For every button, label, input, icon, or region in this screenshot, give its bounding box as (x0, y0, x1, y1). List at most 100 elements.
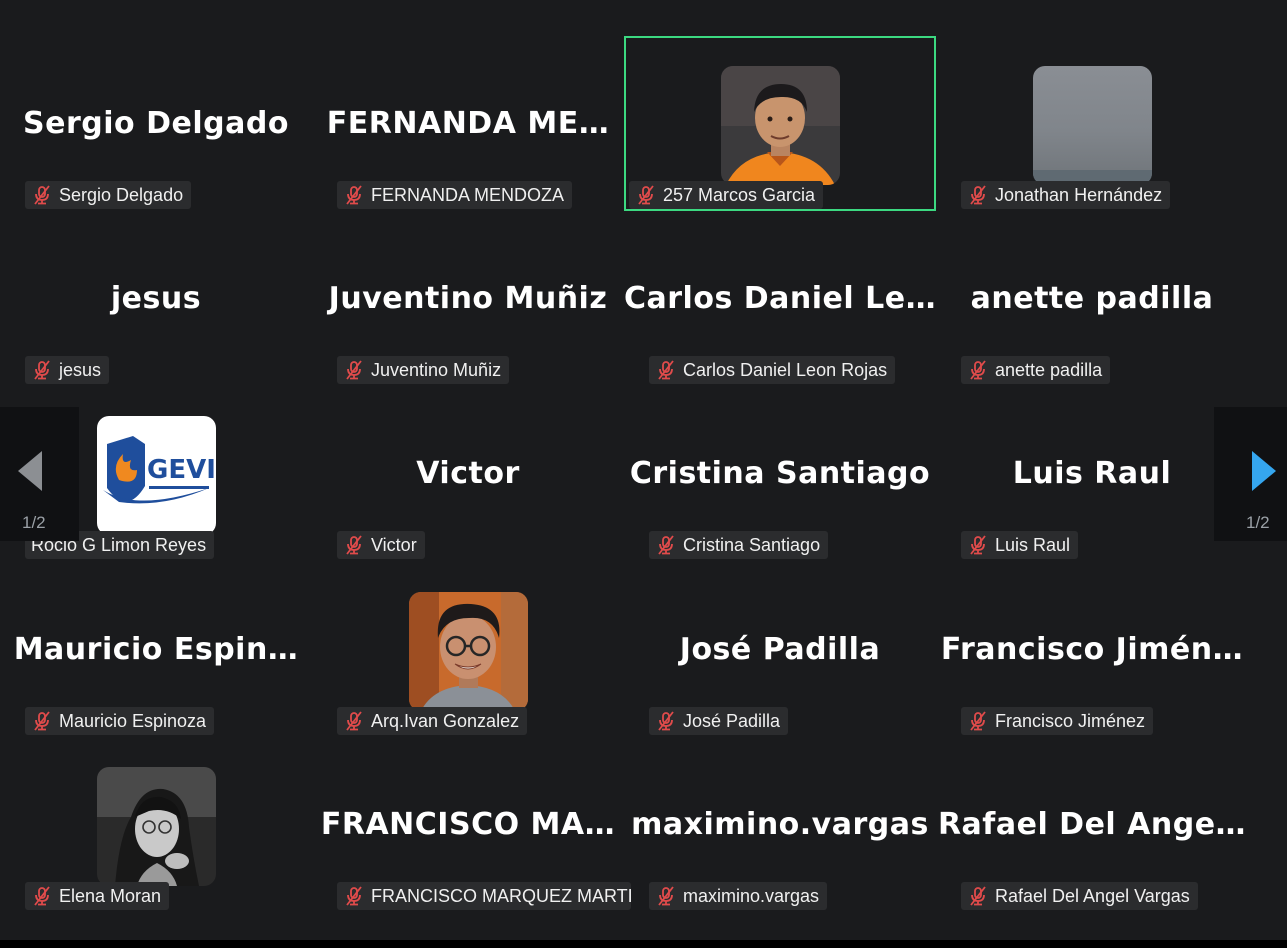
participant-display-name: Sergio Delgado (23, 106, 289, 141)
participant-tile[interactable]: Rafael Del Ange… Rafael Del Angel Vargas (936, 737, 1248, 912)
participant-name-tag: Francisco Jiménez (961, 707, 1154, 735)
participant-name: Juventino Muñiz (371, 359, 502, 380)
muted-mic-icon (658, 360, 674, 380)
participant-display-name: Cristina Santiago (629, 456, 931, 491)
participant-name: jesus (59, 359, 102, 380)
participant-name-tag: Arq.Ivan Gonzalez (337, 707, 528, 735)
muted-mic-icon (34, 185, 50, 205)
participant-tile[interactable]: Jonathan Hernández (936, 36, 1248, 211)
participant-tile[interactable]: Francisco Jimén… Francisco Jiménez (936, 562, 1248, 737)
participant-tile[interactable]: Cristina Santiago Cristina Santiago (624, 386, 936, 561)
muted-mic-icon (346, 185, 362, 205)
participant-grid: Sergio Delgado Sergio Delgado FERNANDA ME…… (0, 0, 1287, 940)
participant-name: maximino.vargas (683, 885, 820, 906)
participant-display-name: Luis Raul (1012, 456, 1172, 491)
participant-tile[interactable]: Juventino Muñiz Juventino Muñiz (312, 211, 624, 386)
participant-name: 257 Marcos Garcia (663, 184, 816, 205)
participant-display-name: Mauricio Espin… (13, 632, 299, 667)
participant-display-name: Rafael Del Ange… (937, 807, 1247, 842)
participant-display-name: FRANCISCO MA… (320, 807, 616, 842)
gevi-logo-text: GEVI (147, 455, 216, 485)
participant-name-tag: jesus (25, 356, 110, 384)
muted-mic-icon (346, 886, 362, 906)
participant-tile[interactable]: José Padilla José Padilla (624, 562, 936, 737)
participant-name-tag: 257 Marcos Garcia (629, 181, 824, 209)
participant-display-name: Victor (416, 456, 520, 491)
previous-page-button[interactable]: 1/2 (0, 407, 79, 541)
muted-mic-icon (638, 185, 654, 205)
muted-mic-icon (970, 185, 986, 205)
participant-tile[interactable]: FRANCISCO MA… FRANCISCO MARQUEZ MARTI… (312, 737, 631, 912)
participant-name: Mauricio Espinoza (59, 710, 207, 731)
participant-display-name: anette padilla (970, 281, 1214, 316)
participant-display-name: jesus (110, 281, 202, 316)
participant-tile[interactable]: FERNANDA ME… FERNANDA MENDOZA (312, 36, 624, 211)
muted-mic-icon (34, 886, 50, 906)
participant-tile[interactable]: Victor Victor (312, 386, 624, 561)
muted-mic-icon (970, 711, 986, 731)
participant-display-name: Francisco Jimén… (940, 632, 1244, 667)
participant-name: Rafael Del Angel Vargas (995, 885, 1190, 906)
participant-tile[interactable]: jesus jesus (0, 211, 312, 386)
participant-name-tag: Juventino Muñiz (337, 356, 510, 384)
participant-tile[interactable]: Sergio Delgado Sergio Delgado (0, 36, 312, 211)
muted-mic-icon (970, 360, 986, 380)
participant-name: anette padilla (995, 359, 1103, 380)
muted-mic-icon (346, 535, 362, 555)
participant-name: Victor (371, 534, 417, 555)
participant-name-tag: anette padilla (961, 356, 1111, 384)
muted-mic-icon (34, 360, 50, 380)
muted-mic-icon (346, 360, 362, 380)
muted-mic-icon (34, 711, 50, 731)
participant-name-tag: Sergio Delgado (25, 181, 192, 209)
next-page-button[interactable]: 1/2 (1214, 407, 1287, 541)
participant-avatar (97, 767, 216, 886)
participant-name-tag: Luis Raul (961, 531, 1079, 559)
participant-tile[interactable]: 257 Marcos Garcia (624, 36, 936, 211)
participant-avatar: GEVI (97, 416, 216, 535)
participant-name: Sergio Delgado (59, 184, 184, 205)
muted-mic-icon (658, 711, 674, 731)
chevron-right-icon (1252, 451, 1276, 491)
participant-avatar (1033, 66, 1152, 185)
participant-display-name: José Padilla (679, 632, 881, 667)
participant-name-tag: Carlos Daniel Leon Rojas (649, 356, 896, 384)
participant-name: Francisco Jiménez (995, 710, 1146, 731)
participant-name-tag: Victor (337, 531, 425, 559)
participant-name: Elena Moran (59, 885, 162, 906)
participant-name-tag: Elena Moran (25, 882, 170, 910)
participant-name: Arq.Ivan Gonzalez (371, 710, 520, 731)
participant-name: Carlos Daniel Leon Rojas (683, 359, 888, 380)
muted-mic-icon (970, 886, 986, 906)
participant-tile[interactable]: Carlos Daniel Le… Carlos Daniel Leon Roja… (624, 211, 936, 386)
participant-tile[interactable]: anette padilla anette padilla (936, 211, 1248, 386)
participant-tile[interactable]: Arq.Ivan Gonzalez (312, 562, 624, 737)
participant-tile[interactable]: maximino.vargas maximino.vargas (624, 737, 936, 912)
bottom-edge (0, 940, 1287, 948)
participant-name-tag: Jonathan Hernández (961, 181, 1171, 209)
participant-name-tag: FRANCISCO MARQUEZ MARTI… (337, 882, 631, 910)
page-indicator: 1/2 (22, 513, 46, 532)
participant-name-tag: maximino.vargas (649, 882, 828, 910)
participant-name: Jonathan Hernández (995, 184, 1163, 205)
participant-avatar (409, 592, 528, 711)
participant-tile[interactable]: Elena Moran (0, 737, 312, 912)
muted-mic-icon (970, 535, 986, 555)
muted-mic-icon (658, 535, 674, 555)
participant-name-tag: Mauricio Espinoza (25, 707, 215, 735)
participant-name: FRANCISCO MARQUEZ MARTI… (371, 885, 631, 906)
muted-mic-icon (346, 711, 362, 731)
participant-display-name: Juventino Muñiz (328, 281, 608, 316)
participant-tile[interactable]: Luis Raul Luis Raul (936, 386, 1248, 561)
participant-name-tag: FERNANDA MENDOZA (337, 181, 573, 209)
participant-avatar (721, 66, 840, 185)
participant-display-name: Carlos Daniel Le… (624, 281, 937, 316)
page-indicator: 1/2 (1246, 513, 1270, 532)
participant-name-tag: José Padilla (649, 707, 789, 735)
participant-display-name: FERNANDA ME… (326, 106, 610, 141)
participant-name-tag: Cristina Santiago (649, 531, 829, 559)
muted-mic-icon (658, 886, 674, 906)
participant-name: FERNANDA MENDOZA (371, 184, 565, 205)
participant-tile[interactable]: Mauricio Espin… Mauricio Espinoza (0, 562, 312, 737)
participant-name-tag: Rafael Del Angel Vargas (961, 882, 1198, 910)
